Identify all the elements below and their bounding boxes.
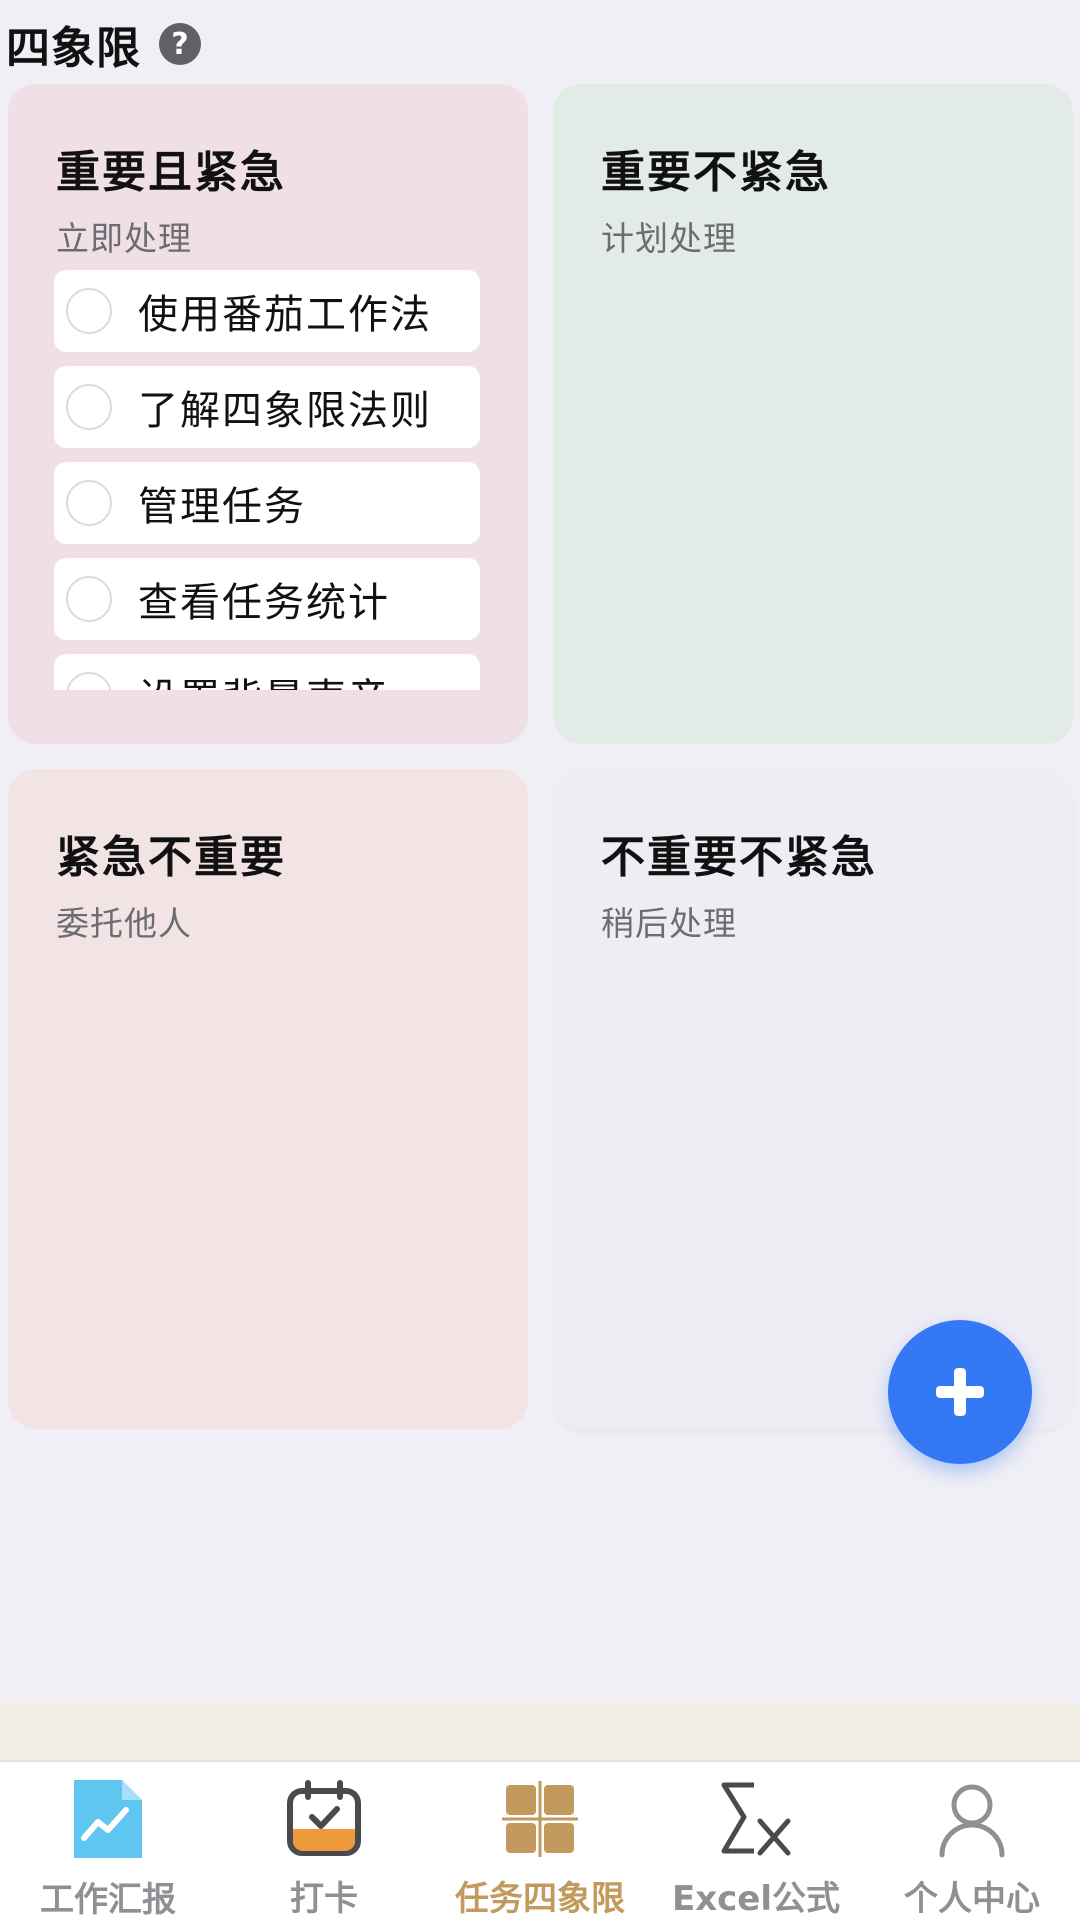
quadrant-title: 紧急不重要 (56, 832, 286, 883)
header: 四象限 ? (6, 14, 201, 74)
task-item[interactable]: 设置背景声音 (54, 654, 480, 690)
task-checkbox[interactable] (66, 384, 112, 430)
task-item[interactable]: 查看任务统计 (54, 558, 480, 640)
page: 四象限 ? 重要且紧急 立即处理 使用番茄工作法 了解四象限法则 管理任务 查看… (0, 0, 1080, 1920)
quadrant-title: 重要不紧急 (601, 147, 831, 198)
tab-label: 个人中心 (904, 1879, 1040, 1919)
quadrant-title: 重要且紧急 (56, 147, 286, 198)
tab-label: 打卡 (290, 1879, 358, 1919)
task-label: 管理任务 (138, 484, 306, 530)
quadrant-urgent-important[interactable]: 重要且紧急 立即处理 使用番茄工作法 了解四象限法则 管理任务 查看任务统计 设… (8, 84, 528, 744)
quadrant-urgent-not-important[interactable]: 紧急不重要 委托他人 (8, 769, 528, 1429)
user-icon (929, 1776, 1015, 1861)
task-checkbox[interactable] (66, 672, 112, 690)
tab-task-quadrant[interactable]: 任务四象限 (432, 1762, 648, 1920)
tab-excel-formula[interactable]: Excel公式 (648, 1762, 864, 1920)
task-label: 使用番茄工作法 (138, 292, 432, 338)
tab-profile[interactable]: 个人中心 (864, 1762, 1080, 1920)
chart-doc-icon (65, 1776, 151, 1862)
task-checkbox[interactable] (66, 576, 112, 622)
task-item[interactable]: 管理任务 (54, 462, 480, 544)
task-item[interactable]: 了解四象限法则 (54, 366, 480, 448)
bottom-tab-bar: 工作汇报 打卡 任务四象限 Excel公式 个人中心 (0, 1760, 1080, 1920)
help-icon[interactable]: ? (159, 23, 201, 65)
quadrant-title: 不重要不紧急 (601, 832, 877, 883)
task-checkbox[interactable] (66, 480, 112, 526)
quadrant-subtitle: 稍后处理 (601, 904, 737, 943)
tab-label: 工作汇报 (40, 1880, 176, 1920)
task-label: 查看任务统计 (138, 580, 390, 626)
quadrant-subtitle: 委托他人 (56, 904, 192, 943)
quadrant-grid-icon (497, 1776, 583, 1861)
tab-label: Excel公式 (671, 1879, 841, 1919)
sigma-x-icon (713, 1776, 799, 1861)
page-title: 四象限 (6, 23, 141, 74)
banner-strip (0, 1703, 1080, 1760)
tab-check-in[interactable]: 打卡 (216, 1762, 432, 1920)
add-task-button[interactable] (888, 1320, 1032, 1464)
plus-icon (936, 1368, 984, 1416)
quadrant-subtitle: 立即处理 (56, 219, 192, 258)
quadrant-important-not-urgent[interactable]: 重要不紧急 计划处理 (553, 84, 1073, 744)
task-item[interactable]: 使用番茄工作法 (54, 270, 480, 352)
tab-label: 任务四象限 (455, 1879, 625, 1919)
task-checkbox[interactable] (66, 288, 112, 334)
calendar-check-icon (281, 1776, 367, 1861)
task-label: 设置背景声音 (138, 666, 390, 690)
quadrant-subtitle: 计划处理 (601, 219, 737, 258)
task-label: 了解四象限法则 (138, 388, 432, 434)
task-list: 使用番茄工作法 了解四象限法则 管理任务 查看任务统计 设置背景声音 (54, 270, 480, 690)
tab-work-report[interactable]: 工作汇报 (0, 1762, 216, 1920)
